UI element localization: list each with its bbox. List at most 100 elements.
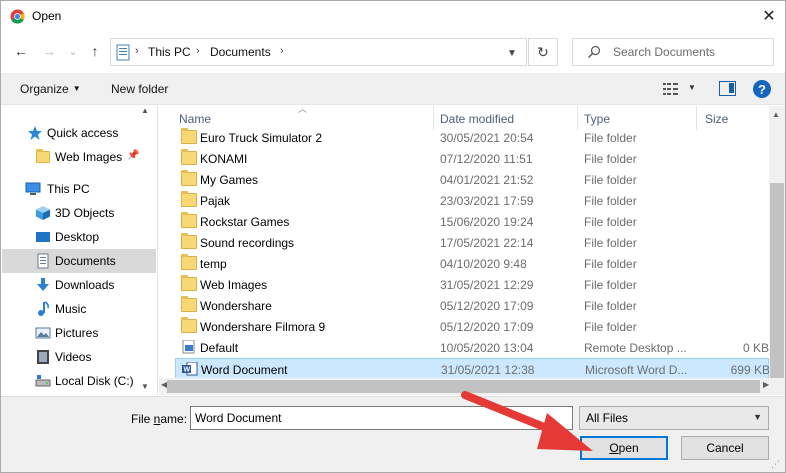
file-row[interactable]: Rockstar Games 15/06/2020 19:24 File fol… xyxy=(175,211,769,232)
close-button[interactable]: ✕ xyxy=(753,1,785,31)
scroll-up-icon[interactable]: ▲ xyxy=(141,106,149,115)
sidebar-item-label: Videos xyxy=(55,350,92,364)
organize-menu[interactable]: Organize ▼ xyxy=(20,82,81,96)
file-name: temp xyxy=(200,257,227,271)
window-title: Open xyxy=(32,9,62,23)
view-options-icon[interactable] xyxy=(663,82,679,96)
sort-ascending-icon: ︿ xyxy=(298,106,308,114)
view-dropdown-icon[interactable]: ▼ xyxy=(688,83,696,92)
file-type: File folder xyxy=(584,236,637,250)
horizontal-scrollbar[interactable]: ◀ ▶ xyxy=(159,378,785,395)
file-date: 04/01/2021 21:52 xyxy=(440,173,534,187)
file-date: 15/06/2020 19:24 xyxy=(440,215,534,229)
file-row[interactable]: Sound recordings 17/05/2021 22:14 File f… xyxy=(175,232,769,253)
file-row[interactable]: Wondershare Filmora 9 05/12/2020 17:09 F… xyxy=(175,316,769,337)
sidebar-item-label: Desktop xyxy=(55,230,100,244)
preview-pane-icon[interactable] xyxy=(719,81,736,96)
file-type: Remote Desktop ... xyxy=(584,341,687,355)
breadcrumb-separator: › xyxy=(135,45,139,57)
sidebar-item-this-pc[interactable]: This PC xyxy=(2,177,156,201)
scroll-down-icon[interactable]: ▼ xyxy=(141,382,149,391)
file-name: Sound recordings xyxy=(200,236,295,250)
chrome-icon xyxy=(10,9,25,24)
file-name: Word Document xyxy=(201,363,288,377)
file-name-input[interactable]: Word Document xyxy=(190,406,573,430)
desktop-icon xyxy=(36,232,50,242)
sidebar-item-label: Documents xyxy=(55,254,116,268)
scrollbar-thumb[interactable] xyxy=(770,183,784,378)
file-name: Pajak xyxy=(200,194,231,208)
sidebar-item-quick-access[interactable]: Quick access xyxy=(2,121,156,145)
sidebar-item-documents[interactable]: Documents xyxy=(2,249,156,273)
file-row[interactable]: Web Images 31/05/2021 12:29 File folder xyxy=(175,274,769,295)
file-list: ︿ Name Date modified Type Size Euro Truc… xyxy=(159,106,769,396)
file-row[interactable]: Pajak 23/03/2021 17:59 File folder xyxy=(175,190,769,211)
address-bar[interactable]: › This PC › Documents › ▼ xyxy=(110,38,527,66)
file-date: 05/12/2020 17:09 xyxy=(440,320,534,334)
file-type: File folder xyxy=(584,194,637,208)
help-icon[interactable]: ? xyxy=(753,80,771,98)
file-row[interactable]: temp 04/10/2020 9:48 File folder xyxy=(175,253,769,274)
file-type-filter[interactable]: All Files ▼ xyxy=(579,406,769,430)
scroll-right-icon[interactable]: ▶ xyxy=(763,380,769,389)
up-arrow-icon: ↑ xyxy=(91,43,99,59)
sidebar-item-videos[interactable]: Videos xyxy=(2,345,156,369)
folder-icon xyxy=(181,128,197,144)
file-type: File folder xyxy=(584,278,637,292)
breadcrumb-separator: › xyxy=(280,45,284,57)
breadcrumb-this-pc[interactable]: This PC xyxy=(148,45,191,59)
refresh-button[interactable]: ↻ xyxy=(528,38,558,66)
sidebar-item-3d-objects[interactable]: 3D Objects xyxy=(2,201,156,225)
open-button[interactable]: Open xyxy=(580,436,668,460)
chevron-down-icon: ▼ xyxy=(507,47,517,59)
forward-button[interactable]: → xyxy=(40,42,58,60)
new-folder-button[interactable]: New folder xyxy=(111,82,168,96)
recent-locations-button[interactable]: ⌄ xyxy=(64,42,82,60)
resize-grip-icon[interactable]: ⋰ xyxy=(771,459,780,470)
sidebar-item-pictures[interactable]: Pictures xyxy=(2,321,156,345)
breadcrumb-documents[interactable]: Documents xyxy=(210,45,271,59)
folder-icon xyxy=(181,296,197,312)
back-button[interactable]: ← xyxy=(12,42,30,60)
address-history-dropdown[interactable]: ▼ xyxy=(502,43,522,63)
file-name: Rockstar Games xyxy=(200,215,290,229)
sidebar-item-downloads[interactable]: Downloads xyxy=(2,273,156,297)
file-row[interactable]: Default 10/05/2020 13:04 Remote Desktop … xyxy=(175,337,769,358)
cancel-button[interactable]: Cancel xyxy=(681,436,769,460)
search-input[interactable]: Search Documents xyxy=(572,38,774,66)
video-icon xyxy=(37,350,49,364)
search-icon xyxy=(588,45,601,58)
file-name: Euro Truck Simulator 2 xyxy=(200,131,323,145)
sidebar-item-web-images[interactable]: Web Images 📌 xyxy=(2,145,156,169)
folder-icon xyxy=(181,212,197,228)
sidebar-item-label: Music xyxy=(55,302,87,316)
file-row[interactable]: Wondershare 05/12/2020 17:09 File folder xyxy=(175,295,769,316)
sidebar-item-local-disk[interactable]: Local Disk (C:) xyxy=(2,369,156,393)
folder-icon xyxy=(181,254,197,270)
file-row[interactable]: My Games 04/01/2021 21:52 File folder xyxy=(175,169,769,190)
music-icon xyxy=(38,301,49,316)
svg-text:W: W xyxy=(184,367,191,374)
sidebar-item-desktop[interactable]: Desktop xyxy=(2,225,156,249)
close-icon: ✕ xyxy=(762,8,776,25)
file-name: My Games xyxy=(200,173,259,187)
up-button[interactable]: ↑ xyxy=(86,42,104,60)
file-row[interactable]: Euro Truck Simulator 2 30/05/2021 20:54 … xyxy=(175,127,769,148)
rdp-file-icon xyxy=(182,340,195,354)
file-type-filter-value: All Files xyxy=(586,411,629,425)
vertical-scrollbar[interactable]: ▲ ▼ xyxy=(769,106,785,390)
back-arrow-icon: ← xyxy=(14,43,28,59)
refresh-icon: ↻ xyxy=(537,43,549,60)
file-type: File folder xyxy=(584,257,637,271)
documents-location-icon xyxy=(116,44,130,61)
scroll-up-icon[interactable]: ▲ xyxy=(772,110,780,119)
file-row-selected[interactable]: W Word Document 31/05/2021 12:38 Microso… xyxy=(175,358,769,379)
navigation-pane: ▲ Quick access Web Images 📌 This PC 3D O… xyxy=(1,106,158,396)
sidebar-item-label: 3D Objects xyxy=(55,206,115,220)
sidebar-item-music[interactable]: Music xyxy=(2,297,156,321)
pin-icon: 📌 xyxy=(127,150,140,161)
forward-arrow-icon: → xyxy=(42,43,56,59)
file-row[interactable]: KONAMI 07/12/2020 11:51 File folder xyxy=(175,148,769,169)
scrollbar-thumb[interactable] xyxy=(167,380,760,393)
caret-down-icon: ▼ xyxy=(72,84,81,93)
